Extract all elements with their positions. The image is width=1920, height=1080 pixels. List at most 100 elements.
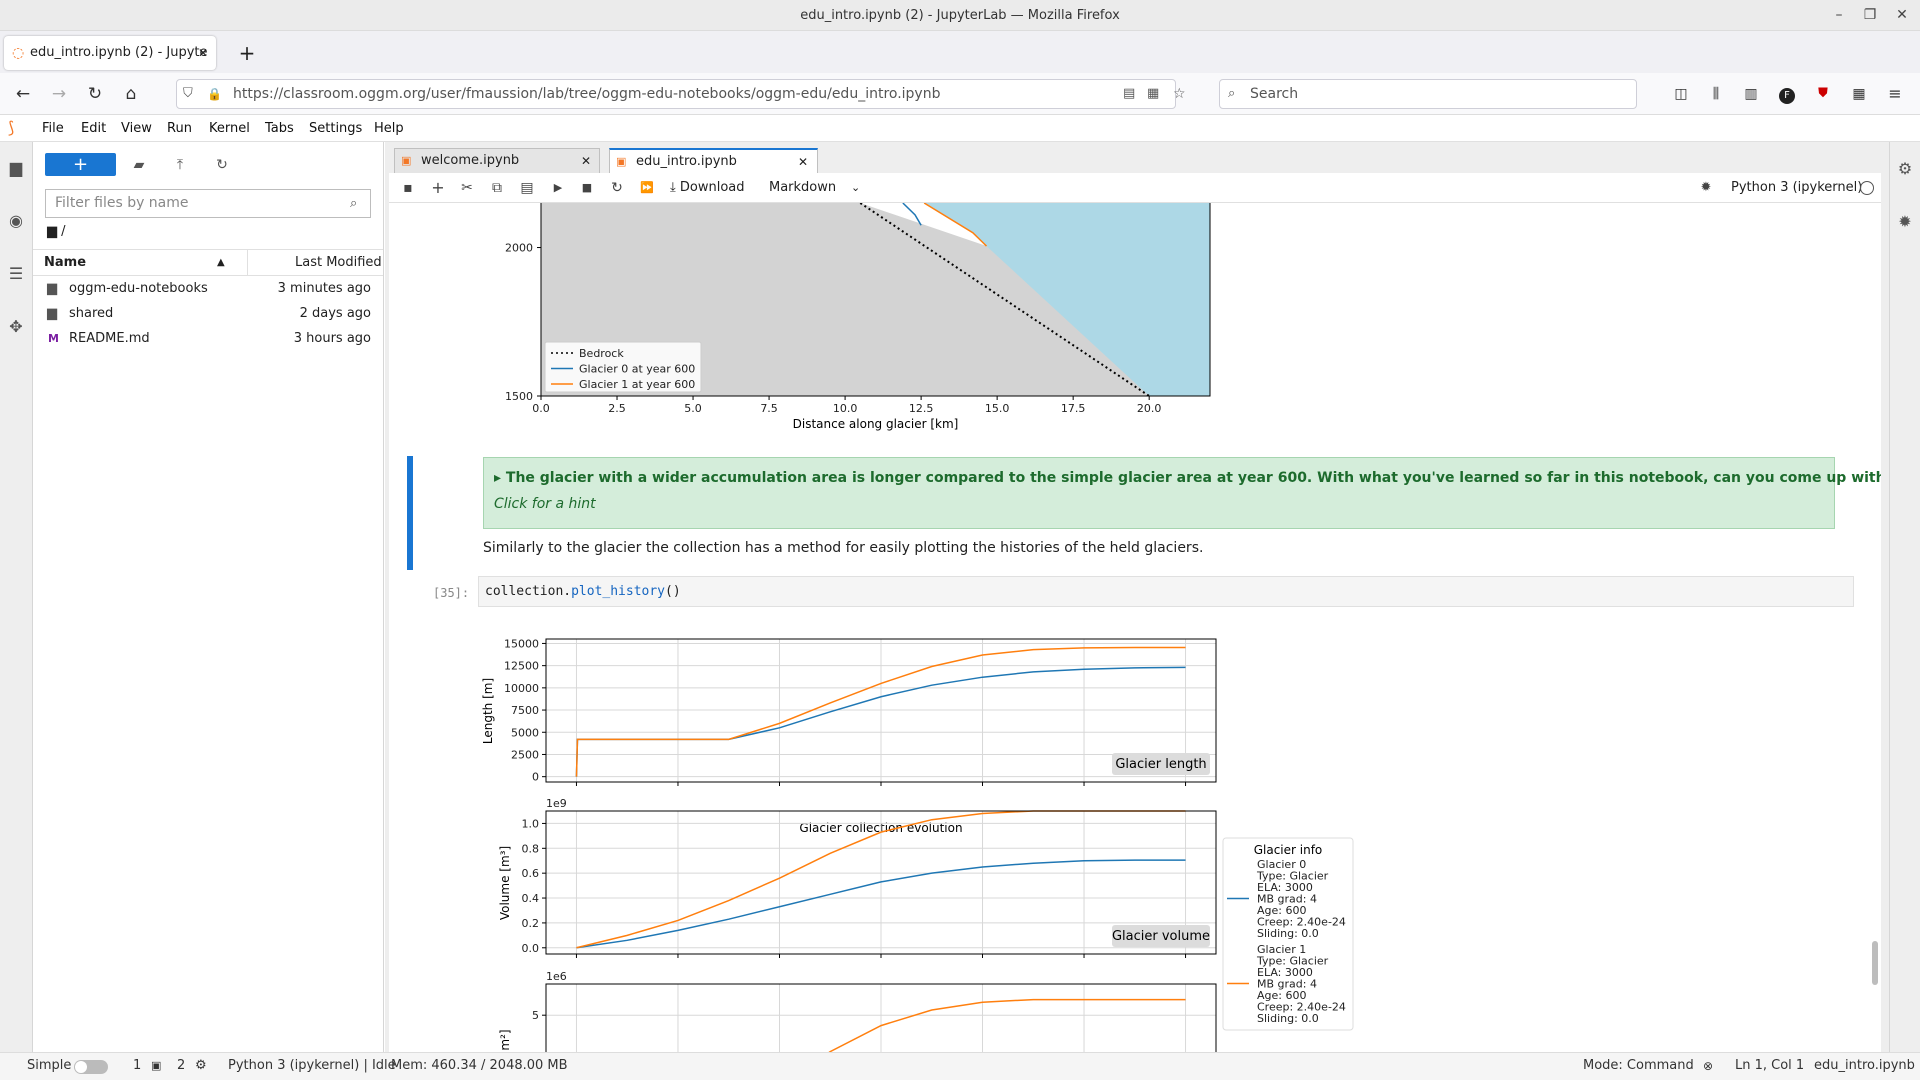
y-tick-label: 2500 — [511, 748, 539, 761]
menu-view[interactable]: View — [121, 115, 152, 142]
file-modified: 3 hours ago — [293, 331, 371, 346]
code-cell-input[interactable]: collection.plot_history() — [478, 576, 1854, 607]
download-button[interactable]: ⤓ Download — [670, 176, 745, 200]
x-tick-label: 2.5 — [608, 402, 626, 415]
folder-icon[interactable]: ▆ — [4, 156, 28, 180]
cell-type-value: Markdown — [769, 180, 837, 195]
legend-label: Glacier 0 at year 600 — [579, 363, 695, 376]
y-tick-label: 15000 — [504, 637, 539, 650]
x-tick-label: 12.5 — [909, 402, 934, 415]
hint-link[interactable]: Click for a hint — [494, 496, 596, 512]
menu-kernel[interactable]: Kernel — [209, 115, 250, 142]
y-tick-label: 0.6 — [522, 867, 540, 880]
extension-puzzle-icon[interactable]: ✥ — [4, 315, 28, 339]
apps-icon[interactable]: ▦ — [1846, 81, 1872, 107]
minimize-icon[interactable]: – — [1824, 0, 1854, 31]
code-function: plot_history — [571, 584, 666, 599]
kernel-name[interactable]: Python 3 (ipykernel) — [1731, 176, 1862, 200]
folder-icon: ▆ — [47, 281, 57, 296]
file-row[interactable]: M README.md 3 hours ago — [33, 326, 383, 351]
file-filter-input[interactable]: Filter files by name ⌕ — [45, 189, 371, 218]
hint-question: ▸ The glacier with a wider accumulation … — [494, 470, 1881, 486]
menu-settings[interactable]: Settings — [309, 115, 362, 142]
column-divider — [247, 250, 248, 275]
run-icon[interactable]: ▶ — [546, 176, 570, 200]
menu-help[interactable]: Help — [374, 115, 404, 142]
upload-icon[interactable]: ⤒ — [168, 153, 192, 177]
file-row[interactable]: ▆ oggm-edu-notebooks 3 minutes ago — [33, 276, 383, 301]
running-kernels-icon[interactable]: ◉ — [4, 209, 28, 233]
notebook-icon: ▣ — [401, 154, 412, 167]
pocket-icon[interactable]: ◫ — [1668, 81, 1694, 107]
tab-welcome[interactable]: ▣ welcome.ipynb ✕ — [394, 148, 600, 173]
search-bar[interactable]: ⌕ Search — [1219, 79, 1637, 109]
copy-icon[interactable]: ⧉ — [485, 176, 509, 200]
cut-icon[interactable]: ✂ — [455, 176, 479, 200]
new-tab-icon[interactable]: + — [234, 40, 260, 66]
scrollbar-thumb[interactable] — [1872, 941, 1878, 985]
close-tab-icon[interactable]: ✕ — [581, 149, 591, 173]
new-launcher-button[interactable]: + — [45, 153, 116, 176]
file-row[interactable]: ▆ shared 2 days ago — [33, 301, 383, 326]
paste-icon[interactable]: ▤ — [515, 176, 539, 200]
menu-file[interactable]: File — [42, 115, 64, 142]
sort-ascending-icon[interactable]: ▲ — [217, 250, 225, 275]
x-axis-label: Distance along glacier [km] — [793, 417, 959, 431]
ublock-icon[interactable]: ⛊ — [1810, 81, 1836, 107]
close-window-icon[interactable]: ✕ — [1887, 0, 1917, 31]
restart-icon[interactable]: ↻ — [605, 176, 629, 200]
browser-tab[interactable]: ◌ edu_intro.ipynb (2) - Jupyte ✕ — [4, 36, 216, 70]
close-tab-icon[interactable]: ✕ — [798, 150, 808, 174]
close-tab-icon[interactable]: ✕ — [198, 36, 208, 70]
forward-icon[interactable]: → — [46, 81, 72, 107]
save-icon[interactable]: ▪ — [396, 176, 420, 200]
account-icon[interactable]: F — [1774, 81, 1800, 107]
tab-edu-intro[interactable]: ▣ edu_intro.ipynb ✕ — [609, 148, 818, 173]
new-folder-icon[interactable]: ▰ — [127, 153, 151, 177]
sidebar-icon[interactable]: ▥ — [1738, 81, 1764, 107]
home-icon[interactable]: ⌂ — [118, 81, 144, 107]
chart-legend: Bedrock Glacier 0 at year 600 Glacier 1 at… — [544, 341, 702, 393]
maximize-icon[interactable]: ❐ — [1855, 0, 1885, 31]
library-icon[interactable]: ⫼ — [1703, 81, 1729, 107]
kernel-bug-icon[interactable]: ✹ — [1694, 176, 1718, 200]
breadcrumb[interactable]: ▆ / — [47, 224, 66, 239]
cursor-position[interactable]: Ln 1, Col 1 — [1735, 1052, 1804, 1080]
y-axis-label: Length [m] — [481, 678, 495, 744]
cell-type-select[interactable]: Markdown ⌄ — [769, 176, 865, 200]
markdown-icon: M — [48, 332, 59, 345]
chevron-down-icon: ⌄ — [851, 181, 861, 194]
terminals-count[interactable]: 1 — [133, 1052, 141, 1080]
execution-prompt: [35]: — [433, 586, 470, 600]
stop-icon[interactable]: ■ — [575, 176, 599, 200]
kernel-status[interactable]: Python 3 (ipykernel) | Idle — [228, 1052, 396, 1080]
current-file-name: edu_intro.ipynb — [1814, 1058, 1915, 1073]
reload-icon[interactable]: ↻ — [82, 81, 108, 107]
table-of-contents-icon[interactable]: ☰ — [4, 262, 28, 286]
panel-label: Glacier length — [1115, 757, 1206, 772]
refresh-icon[interactable]: ↻ — [210, 153, 234, 177]
code-object: collection. — [485, 584, 572, 599]
y-tick-label: 2000 — [505, 242, 533, 255]
property-inspector-icon[interactable]: ⚙ — [1893, 157, 1917, 181]
menu-hamburger-icon[interactable]: ≡ — [1882, 81, 1908, 107]
insert-cell-icon[interactable]: + — [426, 176, 450, 200]
hint-box[interactable]: ▸ The glacier with a wider accumulation … — [483, 457, 1881, 529]
memory-usage: Mem: 460.34 / 2048.00 MB — [391, 1058, 568, 1073]
back-icon[interactable]: ← — [10, 81, 36, 107]
name-column-header[interactable]: Name — [44, 250, 86, 275]
menu-edit[interactable]: Edit — [81, 115, 106, 142]
reader-view-icon[interactable]: ▤ — [1123, 80, 1135, 108]
bookmark-star-icon[interactable]: ☆ — [1173, 80, 1186, 108]
extensions-icon[interactable]: ▦ — [1147, 80, 1159, 108]
simple-mode-toggle[interactable] — [74, 1060, 108, 1074]
debugger-bug-icon[interactable]: ✹ — [1893, 210, 1917, 234]
menu-run[interactable]: Run — [167, 115, 192, 142]
modified-column-header[interactable]: Last Modified — [295, 250, 382, 275]
markdown-paragraph: Similarly to the glacier the collection … — [483, 540, 1204, 556]
url-bar[interactable]: ⛉ 🔒 https://classroom.oggm.org/user/fmau… — [176, 79, 1186, 109]
menu-tabs[interactable]: Tabs — [265, 115, 294, 142]
restart-run-all-icon[interactable]: ⏩ — [635, 176, 659, 200]
kernels-count[interactable]: 2 — [177, 1052, 185, 1080]
jupyter-favicon-icon: ◌ — [12, 45, 25, 61]
